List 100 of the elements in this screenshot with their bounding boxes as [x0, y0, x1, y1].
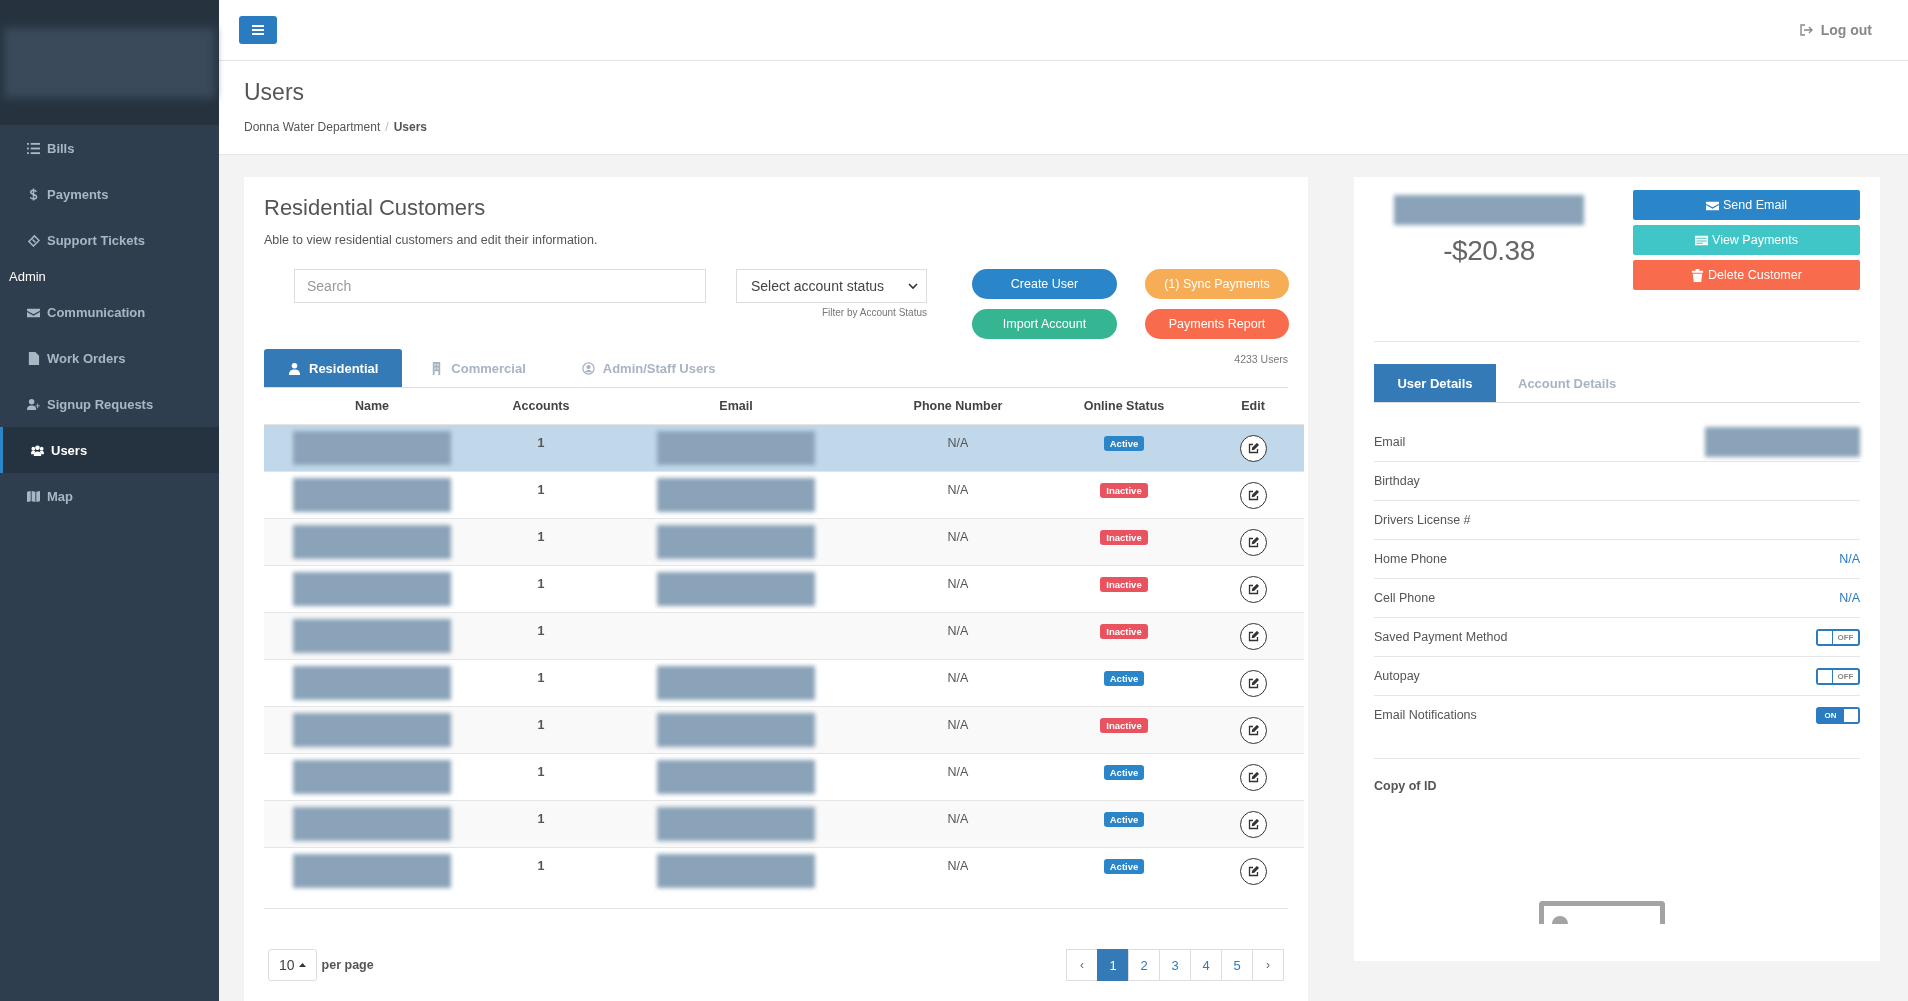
detail-value-link[interactable]: N/A — [1839, 552, 1860, 566]
card-icon — [1695, 233, 1709, 247]
toggle-switch[interactable]: OFF — [1816, 667, 1860, 685]
tab[interactable]: Residential — [264, 349, 403, 387]
edit-icon — [1247, 630, 1259, 642]
table-cell: 1 — [537, 436, 545, 450]
search-field[interactable]: Search — [294, 269, 706, 303]
table-row[interactable]: 1 N/A Inactive — [264, 471, 1304, 519]
tab[interactable]: User Details — [1374, 364, 1496, 402]
action-button[interactable]: Delete Customer — [1633, 260, 1860, 290]
edit-icon — [1247, 489, 1259, 501]
edit-button[interactable] — [1239, 857, 1267, 885]
logout-link[interactable]: Log out — [1793, 21, 1878, 39]
status-badge: Inactive — [1100, 623, 1148, 639]
sidebar-item[interactable]: Communication — [0, 289, 219, 335]
column-header: Email — [602, 388, 870, 425]
table-cell: 1 — [537, 671, 545, 685]
logout-icon — [1799, 24, 1813, 36]
edit-button[interactable] — [1239, 481, 1267, 509]
per-page-label: per page — [321, 958, 374, 972]
edit-button[interactable] — [1239, 810, 1267, 838]
page-button[interactable]: 2 — [1128, 949, 1160, 981]
table-row[interactable]: 1 N/A Active — [264, 659, 1304, 707]
table-cell: 1 — [537, 624, 545, 638]
menu-icon — [252, 25, 264, 35]
table-cell: 1 — [537, 765, 545, 779]
user-icon — [288, 361, 301, 375]
edit-button[interactable] — [1239, 434, 1267, 462]
page-button[interactable]: 5 — [1221, 949, 1253, 981]
sidebar-item[interactable]: Map — [0, 473, 219, 519]
page-button[interactable]: 4 — [1190, 949, 1222, 981]
table-cell: N/A — [947, 624, 969, 638]
table-row[interactable]: 1 N/A Active — [264, 800, 1304, 848]
account-status-select[interactable]: Select account status — [736, 269, 927, 303]
menu-button[interactable] — [239, 16, 277, 44]
action-button[interactable]: Payments Report — [1145, 309, 1289, 339]
sidebar-item[interactable]: Support Tickets — [0, 217, 219, 263]
previous-page-button[interactable]: ‹ — [1066, 949, 1098, 981]
breadcrumb-item: Users — [393, 120, 427, 134]
caret-up-icon — [298, 963, 306, 967]
table-cell: N/A — [947, 812, 969, 826]
toggle-switch[interactable]: ON — [1816, 706, 1860, 724]
page-button[interactable]: 1 — [1097, 949, 1129, 981]
edit-button[interactable] — [1239, 716, 1267, 744]
sidebar-item[interactable]: Signup Requests — [0, 381, 219, 427]
table-row[interactable]: 1 N/A Inactive — [264, 565, 1304, 613]
detail-label: Birthday — [1374, 474, 1420, 488]
action-button[interactable]: Send Email — [1633, 190, 1860, 220]
table-row[interactable]: 1 N/A Inactive — [264, 612, 1304, 660]
action-button[interactable]: Create User — [972, 269, 1117, 299]
edit-button[interactable] — [1239, 622, 1267, 650]
table-cell: N/A — [947, 718, 969, 732]
page-button[interactable]: 3 — [1159, 949, 1191, 981]
status-badge: Active — [1103, 858, 1145, 874]
edit-button[interactable] — [1239, 763, 1267, 791]
filter-hint: Filter by Account Status — [821, 307, 927, 318]
user-circle-icon — [581, 361, 595, 375]
map-icon — [27, 489, 40, 503]
sidebar-item[interactable]: Users — [0, 427, 219, 473]
toggle-switch[interactable]: OFF — [1816, 628, 1860, 646]
sidebar-item[interactable]: Bills — [0, 125, 219, 171]
detail-label: Email — [1374, 435, 1406, 449]
user-count: 4233 Users — [1234, 353, 1288, 365]
table-cell: N/A — [947, 577, 969, 591]
image-placeholder-icon — [1539, 901, 1665, 924]
file-icon — [27, 351, 40, 365]
edit-icon — [1247, 724, 1259, 736]
edit-button[interactable] — [1239, 575, 1267, 603]
sidebar-section-heading: Admin — [8, 267, 47, 286]
column-header: Name — [264, 388, 480, 425]
edit-icon — [1247, 677, 1259, 689]
detail-label: Home Phone — [1374, 552, 1447, 566]
edit-icon — [1247, 442, 1259, 454]
edit-icon — [1247, 583, 1259, 595]
column-header: Phone Number — [870, 388, 1046, 425]
sidebar-item[interactable]: Work Orders — [0, 335, 219, 381]
detail-label: Saved Payment Method — [1374, 630, 1508, 644]
breadcrumb-separator: / — [385, 120, 389, 134]
table-row[interactable]: 1 N/A Active — [264, 753, 1304, 801]
table-row[interactable]: 1 N/A Inactive — [264, 518, 1304, 566]
table-row[interactable]: 1 N/A Inactive — [264, 706, 1304, 754]
detail-value-link[interactable]: N/A — [1839, 591, 1860, 605]
breadcrumb-item[interactable]: Donna Water Department — [244, 120, 381, 134]
table-row[interactable]: 1 N/A Active — [264, 424, 1304, 472]
status-badge: Inactive — [1100, 576, 1148, 592]
status-badge: Active — [1103, 811, 1145, 827]
users-icon — [31, 443, 44, 457]
detail-label: Autopay — [1374, 669, 1420, 683]
sidebar-item[interactable]: Payments — [0, 171, 219, 217]
table-cell: 1 — [537, 859, 545, 873]
edit-button[interactable] — [1239, 669, 1267, 697]
edit-icon — [1247, 865, 1259, 877]
account-balance: -$20.38 — [1443, 235, 1535, 267]
column-header: Accounts — [480, 388, 602, 425]
status-badge: Active — [1103, 764, 1145, 780]
edit-button[interactable] — [1239, 528, 1267, 556]
per-page-select[interactable]: 10 — [268, 949, 317, 981]
next-page-button[interactable]: › — [1252, 949, 1284, 981]
table-cell: N/A — [947, 436, 969, 450]
table-row[interactable]: 1 N/A Active — [264, 847, 1304, 894]
